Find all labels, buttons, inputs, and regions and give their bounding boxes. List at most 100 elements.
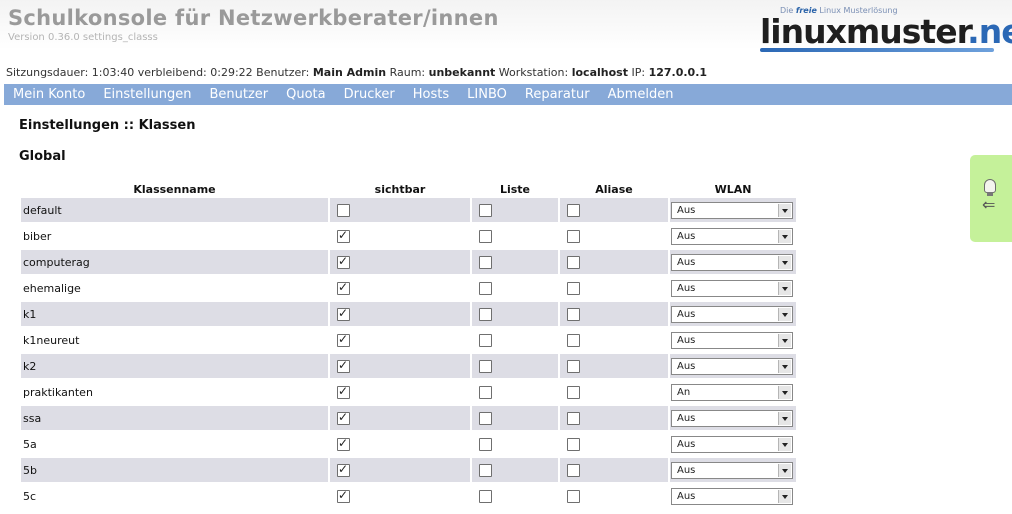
aliase-cell — [560, 432, 668, 456]
chevron-down-icon[interactable] — [778, 255, 791, 269]
liste-cell — [472, 458, 558, 482]
chevron-down-icon[interactable] — [778, 385, 791, 399]
table-row: 5a Aus — [21, 432, 796, 456]
header-liste: Liste — [499, 182, 531, 196]
nav-einstellungen[interactable]: Einstellungen — [94, 84, 200, 105]
liste-checkbox[interactable] — [479, 437, 492, 451]
chevron-down-icon[interactable] — [778, 411, 791, 425]
nav-hosts[interactable]: Hosts — [404, 84, 458, 105]
wlan-select[interactable]: Aus — [671, 409, 793, 427]
sichtbar-cell — [330, 380, 470, 404]
aliase-checkbox[interactable] — [567, 437, 580, 451]
wlan-select[interactable]: Aus — [671, 279, 793, 297]
liste-checkbox[interactable] — [479, 359, 492, 373]
sichtbar-checkbox[interactable] — [337, 384, 350, 399]
nav-abmelden[interactable]: Abmelden — [599, 84, 683, 105]
sichtbar-checkbox[interactable] — [337, 228, 350, 243]
aliase-cell — [560, 302, 668, 326]
wlan-cell: Aus — [670, 198, 796, 222]
wlan-select[interactable]: Aus — [671, 487, 793, 505]
chevron-down-icon[interactable] — [778, 463, 791, 477]
sichtbar-checkbox[interactable] — [337, 332, 350, 347]
arrow-left-icon[interactable]: ⇐ — [982, 197, 995, 213]
sichtbar-checkbox[interactable] — [337, 436, 350, 451]
aliase-checkbox[interactable] — [567, 333, 580, 347]
sichtbar-checkbox[interactable] — [337, 203, 350, 217]
aliase-checkbox[interactable] — [567, 463, 580, 477]
wlan-select[interactable]: Aus — [671, 305, 793, 323]
table-row: k1neureut Aus — [21, 328, 796, 352]
chevron-down-icon[interactable] — [778, 307, 791, 321]
aliase-checkbox[interactable] — [567, 489, 580, 503]
sichtbar-checkbox[interactable] — [337, 410, 350, 425]
class-name-cell: ssa — [21, 406, 328, 430]
wlan-select[interactable]: Aus — [671, 331, 793, 349]
sichtbar-checkbox[interactable] — [337, 280, 350, 295]
wlan-select[interactable]: Aus — [671, 227, 793, 245]
chevron-down-icon[interactable] — [778, 359, 791, 373]
aliase-checkbox[interactable] — [567, 307, 580, 321]
liste-cell — [472, 276, 558, 300]
liste-checkbox[interactable] — [479, 463, 492, 477]
wlan-cell: Aus — [670, 276, 796, 300]
aliase-checkbox[interactable] — [567, 411, 580, 425]
header-klassenname: Klassenname — [133, 182, 216, 196]
nav-linbo[interactable]: LINBO — [458, 84, 516, 105]
header-aliase: Aliase — [595, 182, 633, 196]
nav-drucker[interactable]: Drucker — [335, 84, 404, 105]
nav-quota[interactable]: Quota — [277, 84, 335, 105]
nav-mein-konto[interactable]: Mein Konto — [4, 84, 94, 105]
wlan-select[interactable]: Aus — [671, 201, 793, 219]
liste-checkbox[interactable] — [479, 229, 492, 243]
wlan-select[interactable]: An — [671, 383, 793, 401]
wlan-cell: Aus — [670, 250, 796, 274]
liste-cell — [472, 484, 558, 508]
header: Schulkonsole für Netzwerkberater/innen V… — [0, 0, 1012, 62]
chevron-down-icon[interactable] — [778, 203, 791, 217]
chevron-down-icon[interactable] — [778, 281, 791, 295]
wlan-cell: Aus — [670, 354, 796, 378]
liste-cell — [472, 406, 558, 430]
aliase-checkbox[interactable] — [567, 203, 580, 217]
nav-benutzer[interactable]: Benutzer — [200, 84, 277, 105]
aliase-cell — [560, 406, 668, 430]
sichtbar-cell — [330, 198, 470, 222]
chevron-down-icon[interactable] — [778, 333, 791, 347]
sichtbar-checkbox[interactable] — [337, 358, 350, 373]
wlan-select-value: Aus — [677, 230, 696, 242]
liste-checkbox[interactable] — [479, 307, 492, 321]
aliase-checkbox[interactable] — [567, 255, 580, 269]
liste-checkbox[interactable] — [479, 255, 492, 269]
nav-reparatur[interactable]: Reparatur — [516, 84, 599, 105]
wlan-select[interactable]: Aus — [671, 461, 793, 479]
aliase-checkbox[interactable] — [567, 359, 580, 373]
help-side-tab[interactable]: ⇐ — [970, 155, 1012, 242]
aliase-checkbox[interactable] — [567, 229, 580, 243]
wlan-select[interactable]: Aus — [671, 435, 793, 453]
sichtbar-checkbox[interactable] — [337, 306, 350, 321]
chevron-down-icon[interactable] — [778, 229, 791, 243]
liste-checkbox[interactable] — [479, 281, 492, 295]
wlan-select[interactable]: Aus — [671, 357, 793, 375]
wlan-select[interactable]: Aus — [671, 253, 793, 271]
sichtbar-checkbox[interactable] — [337, 462, 350, 477]
sichtbar-checkbox[interactable] — [337, 488, 350, 503]
class-name-cell: praktikanten — [21, 380, 328, 404]
aliase-checkbox[interactable] — [567, 385, 580, 399]
chevron-down-icon[interactable] — [778, 437, 791, 451]
liste-checkbox[interactable] — [479, 203, 492, 217]
liste-checkbox[interactable] — [479, 489, 492, 503]
page-title: Einstellungen :: Klassen — [19, 118, 196, 133]
class-name-cell: default — [21, 198, 328, 222]
liste-checkbox[interactable] — [479, 411, 492, 425]
liste-checkbox[interactable] — [479, 333, 492, 347]
sichtbar-cell — [330, 458, 470, 482]
sichtbar-checkbox[interactable] — [337, 254, 350, 269]
app-title: Schulkonsole für Netzwerkberater/innen — [8, 6, 499, 30]
table-row: default Aus — [21, 198, 796, 222]
chevron-down-icon[interactable] — [778, 489, 791, 503]
aliase-checkbox[interactable] — [567, 281, 580, 295]
table-row: computerag Aus — [21, 250, 796, 274]
wlan-select-value: Aus — [677, 282, 696, 294]
liste-checkbox[interactable] — [479, 385, 492, 399]
